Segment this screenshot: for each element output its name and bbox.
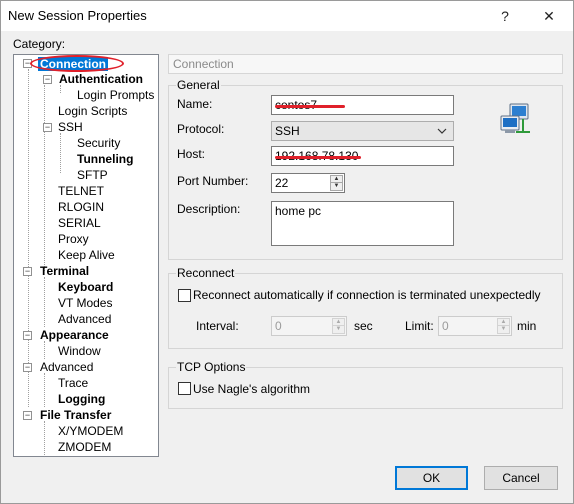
reconnect-group: Reconnect — [168, 266, 563, 349]
limit-unit: min — [517, 319, 537, 333]
reconnect-checkbox-label[interactable]: Reconnect automatically if connection is… — [193, 288, 541, 302]
collapse-icon[interactable]: − — [43, 123, 52, 132]
cancel-button[interactable]: Cancel — [484, 466, 558, 490]
tree-item-appearance[interactable]: Appearance — [40, 327, 109, 343]
help-button[interactable]: ? — [493, 5, 517, 27]
tree-item-keep-alive[interactable]: Keep Alive — [58, 247, 115, 263]
tree-item-vt-modes[interactable]: VT Modes — [58, 295, 112, 311]
tree-item-authentication[interactable]: Authentication — [59, 71, 143, 87]
network-computer-icon — [500, 103, 530, 133]
tree-connector — [44, 277, 45, 327]
reconnect-checkbox[interactable] — [178, 289, 191, 302]
tree-item-zmodem[interactable]: ZMODEM — [58, 439, 111, 455]
name-label: Name: — [177, 97, 213, 111]
tree-item-terminal[interactable]: Terminal — [40, 263, 89, 279]
interval-label: Interval: — [196, 319, 239, 333]
reconnect-group-title: Reconnect — [176, 266, 236, 280]
redaction-mark — [275, 156, 361, 159]
tree-item-sftp[interactable]: SFTP — [77, 167, 108, 183]
description-label: Description: — [177, 202, 241, 216]
ok-button[interactable]: OK — [395, 466, 468, 490]
redaction-mark — [275, 105, 345, 108]
port-number-field[interactable]: 22 ▲ ▼ — [271, 173, 345, 193]
limit-label: Limit: — [405, 319, 434, 333]
tree-connector — [44, 373, 45, 407]
collapse-icon[interactable]: − — [23, 331, 32, 340]
tree-item-xymodem[interactable]: X/YMODEM — [58, 423, 123, 439]
spin-down-icon[interactable]: ▼ — [497, 325, 510, 334]
highlight-oval — [30, 55, 124, 72]
tree-item-logging[interactable]: Logging — [58, 391, 105, 407]
panel-title: Connection — [173, 57, 234, 71]
protocol-label: Protocol: — [177, 122, 225, 136]
host-field[interactable]: 192.168.78.130 — [271, 146, 454, 166]
interval-field[interactable]: 0 ▲ ▼ — [271, 316, 347, 336]
tree-item-ssh[interactable]: SSH — [58, 119, 83, 135]
nagle-checkbox-label[interactable]: Use Nagle's algorithm — [193, 382, 310, 396]
host-label: Host: — [177, 147, 206, 161]
collapse-icon[interactable]: − — [43, 75, 52, 84]
collapse-icon[interactable]: − — [23, 267, 32, 276]
dialog-title: New Session Properties — [8, 8, 147, 23]
close-button[interactable]: ✕ — [537, 5, 561, 27]
tree-item-telnet[interactable]: TELNET — [58, 183, 104, 199]
category-label: Category: — [13, 37, 66, 51]
tree-item-login-prompts[interactable]: Login Prompts — [77, 87, 154, 103]
tree-item-rlogin[interactable]: RLOGIN — [58, 199, 104, 215]
title-bar: New Session Properties ? ✕ — [1, 1, 573, 31]
tree-connector — [44, 421, 45, 455]
tree-connector — [44, 85, 45, 271]
tree-item-security[interactable]: Security — [77, 135, 120, 151]
spin-down-icon[interactable]: ▼ — [332, 325, 345, 334]
nagle-checkbox[interactable] — [178, 382, 191, 395]
tree-item-advanced[interactable]: Advanced — [58, 311, 111, 327]
tree-item-serial[interactable]: SERIAL — [58, 215, 101, 231]
tcp-options-group-title: TCP Options — [176, 360, 247, 374]
tree-connector — [60, 133, 61, 173]
tree-item-file-transfer[interactable]: File Transfer — [40, 407, 111, 423]
panel-header: Connection — [168, 54, 563, 74]
collapse-icon[interactable]: − — [23, 363, 32, 372]
spin-down-icon[interactable]: ▼ — [330, 182, 343, 191]
limit-field[interactable]: 0 ▲ ▼ — [438, 316, 512, 336]
tree-connector — [28, 69, 29, 407]
tree-connector — [44, 341, 45, 359]
tree-item-proxy[interactable]: Proxy — [58, 231, 89, 247]
new-session-properties-dialog: New Session Properties ? ✕ Category: − C… — [0, 0, 574, 504]
name-field[interactable]: centos7 — [271, 95, 454, 115]
tree-item-login-scripts[interactable]: Login Scripts — [58, 103, 127, 119]
tree-item-trace[interactable]: Trace — [58, 375, 88, 391]
chevron-down-icon — [437, 128, 447, 134]
tree-item-window[interactable]: Window — [58, 343, 101, 359]
tree-item-tunneling[interactable]: Tunneling — [77, 151, 133, 167]
interval-unit: sec — [354, 319, 373, 333]
general-group-title: General — [176, 78, 221, 92]
collapse-icon[interactable]: − — [23, 411, 32, 420]
tree-item-advanced[interactable]: Advanced — [40, 359, 93, 375]
protocol-select[interactable]: SSH — [271, 121, 454, 141]
description-field[interactable]: home pc — [271, 201, 454, 246]
port-number-label: Port Number: — [177, 174, 249, 188]
tree-item-keyboard[interactable]: Keyboard — [58, 279, 113, 295]
